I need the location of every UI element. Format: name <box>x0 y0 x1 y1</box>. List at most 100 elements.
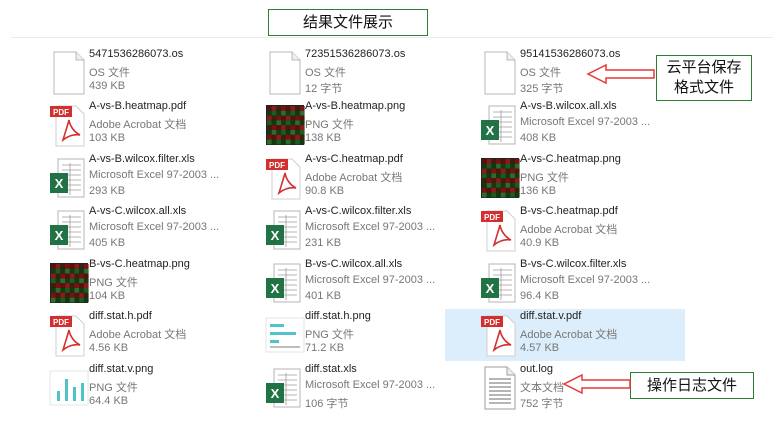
file-item[interactable]: PDF diff.stat.v.pdf Adobe Acrobat 文档 4.57 K… <box>445 309 685 361</box>
svg-text:PDF: PDF <box>53 318 69 327</box>
file-size: 408 KB <box>520 132 557 144</box>
file-size: 103 KB <box>89 132 126 144</box>
file-name: diff.stat.v.png <box>89 363 154 375</box>
file-item[interactable]: PDF B-vs-C.heatmap.pdf Adobe Acrobat 文档 40.… <box>475 204 680 256</box>
file-type: 文本文档 <box>520 382 564 394</box>
file-name: diff.stat.v.pdf <box>520 310 582 322</box>
file-item[interactable]: X A-vs-B.wilcox.filter.xls Microsoft Excel… <box>44 152 249 204</box>
file-size: 106 字节 <box>305 398 349 410</box>
file-type: Microsoft Excel 97-2003 ... <box>89 169 220 181</box>
blank-file-icon <box>264 50 306 96</box>
excel-icon: X <box>479 260 521 306</box>
hbar-thumbnail <box>264 312 306 358</box>
pdf-icon: PDF <box>264 155 306 201</box>
file-type: Adobe Acrobat 文档 <box>520 329 618 341</box>
file-item[interactable]: A-vs-B.heatmap.png PNG 文件 138 KB <box>260 99 465 151</box>
file-name: 95141536286073.os <box>520 48 621 60</box>
svg-text:X: X <box>486 123 495 138</box>
svg-text:X: X <box>486 281 495 296</box>
file-item[interactable]: 72351536286073.os OS 文件 12 字节 <box>260 47 465 99</box>
file-name: A-vs-B.wilcox.all.xls <box>520 100 617 112</box>
file-item[interactable]: B-vs-C.heatmap.png PNG 文件 104 KB <box>44 257 249 309</box>
excel-icon: X <box>479 102 521 148</box>
svg-text:X: X <box>55 176 64 191</box>
svg-text:X: X <box>271 386 280 401</box>
file-item[interactable]: X A-vs-C.wilcox.all.xls Microsoft Excel 97… <box>44 204 249 256</box>
file-type: PNG 文件 <box>89 277 138 289</box>
cloud-format-callout: 云平台保存 格式文件 <box>656 55 752 101</box>
file-size: 104 KB <box>89 290 126 302</box>
excel-icon: X <box>48 155 90 201</box>
file-size: 401 KB <box>305 290 342 302</box>
heatmap-thumbnail <box>48 260 90 306</box>
file-name: B-vs-C.heatmap.png <box>89 258 190 270</box>
file-size: 90.8 KB <box>305 185 345 197</box>
file-item[interactable]: A-vs-C.heatmap.png PNG 文件 136 KB <box>475 152 680 204</box>
file-item[interactable]: PDF A-vs-C.heatmap.pdf Adobe Acrobat 文档 90.… <box>260 152 465 204</box>
file-item[interactable]: X A-vs-C.wilcox.filter.xls Microsoft Excel… <box>260 204 465 256</box>
file-type: OS 文件 <box>305 67 346 79</box>
pdf-icon: PDF <box>48 102 90 148</box>
file-item[interactable]: X B-vs-C.wilcox.filter.xls Microsoft Excel… <box>475 257 680 309</box>
heatmap-thumbnail <box>479 155 521 201</box>
file-name: diff.stat.h.png <box>305 310 371 322</box>
pdf-icon: PDF <box>479 312 521 358</box>
file-item[interactable]: X B-vs-C.wilcox.all.xls Microsoft Excel 97… <box>260 257 465 309</box>
header-divider <box>11 37 773 38</box>
file-name: 72351536286073.os <box>305 48 406 60</box>
file-item[interactable]: Xdiff.stat.xls Microsoft Excel 97-2003 ..… <box>260 362 465 414</box>
file-name: diff.stat.xls <box>305 363 357 375</box>
svg-text:X: X <box>271 228 280 243</box>
file-size: 40.9 KB <box>520 237 560 249</box>
svg-text:PDF: PDF <box>269 161 285 170</box>
file-name: B-vs-C.wilcox.filter.xls <box>520 258 627 270</box>
file-size: 405 KB <box>89 237 126 249</box>
file-size: 12 字节 <box>305 83 343 95</box>
blank-file-icon <box>48 50 90 96</box>
file-size: 138 KB <box>305 132 342 144</box>
file-item[interactable]: diff.stat.v.png PNG 文件 64.4 KB <box>44 362 249 414</box>
file-name: B-vs-C.heatmap.pdf <box>520 205 618 217</box>
heatmap-thumbnail <box>264 102 306 148</box>
file-item[interactable]: PDF diff.stat.h.pdf Adobe Acrobat 文档 4.56 K… <box>44 309 249 361</box>
file-name: A-vs-C.wilcox.filter.xls <box>305 205 412 217</box>
file-type: OS 文件 <box>89 67 130 79</box>
file-type: Adobe Acrobat 文档 <box>520 224 618 236</box>
file-type: PNG 文件 <box>520 172 569 184</box>
svg-text:X: X <box>55 228 64 243</box>
file-type: PNG 文件 <box>305 329 354 341</box>
file-item[interactable]: diff.stat.h.png PNG 文件 71.2 KB <box>260 309 465 361</box>
file-size: 752 字节 <box>520 398 564 410</box>
file-size: 96.4 KB <box>520 290 560 302</box>
file-size: 325 字节 <box>520 83 564 95</box>
vbar-thumbnail <box>48 365 90 411</box>
file-size: 293 KB <box>89 185 126 197</box>
excel-icon: X <box>264 365 306 411</box>
svg-text:PDF: PDF <box>484 318 500 327</box>
file-size: 71.2 KB <box>305 342 345 354</box>
text-file-icon <box>479 365 521 411</box>
blank-file-icon <box>479 50 521 96</box>
file-type: Microsoft Excel 97-2003 ... <box>89 221 220 233</box>
file-type: OS 文件 <box>520 67 561 79</box>
file-size: 4.57 KB <box>520 342 560 354</box>
file-name: out.log <box>520 363 554 375</box>
file-item[interactable]: X A-vs-B.wilcox.all.xls Microsoft Excel 97… <box>475 99 680 151</box>
file-name: A-vs-B.heatmap.pdf <box>89 100 187 112</box>
svg-text:PDF: PDF <box>484 213 500 222</box>
pdf-icon: PDF <box>479 207 521 253</box>
file-type: Adobe Acrobat 文档 <box>89 329 187 341</box>
cloud-callout-line1: 云平台保存 <box>666 59 742 76</box>
file-type: Adobe Acrobat 文档 <box>305 172 403 184</box>
page-title: 结果文件展示 <box>268 9 428 36</box>
file-name: A-vs-B.heatmap.png <box>305 100 406 112</box>
file-type: PNG 文件 <box>89 382 138 394</box>
file-item[interactable]: PDF A-vs-B.heatmap.pdf Adobe Acrobat 文档 103… <box>44 99 249 151</box>
file-type: Microsoft Excel 97-2003 ... <box>305 379 436 391</box>
file-name: A-vs-C.heatmap.pdf <box>305 153 403 165</box>
file-size: 231 KB <box>305 237 342 249</box>
pdf-icon: PDF <box>48 312 90 358</box>
file-item[interactable]: 5471536286073.os OS 文件 439 KB <box>44 47 249 99</box>
file-name: 5471536286073.os <box>89 48 184 60</box>
svg-text:PDF: PDF <box>53 108 69 117</box>
